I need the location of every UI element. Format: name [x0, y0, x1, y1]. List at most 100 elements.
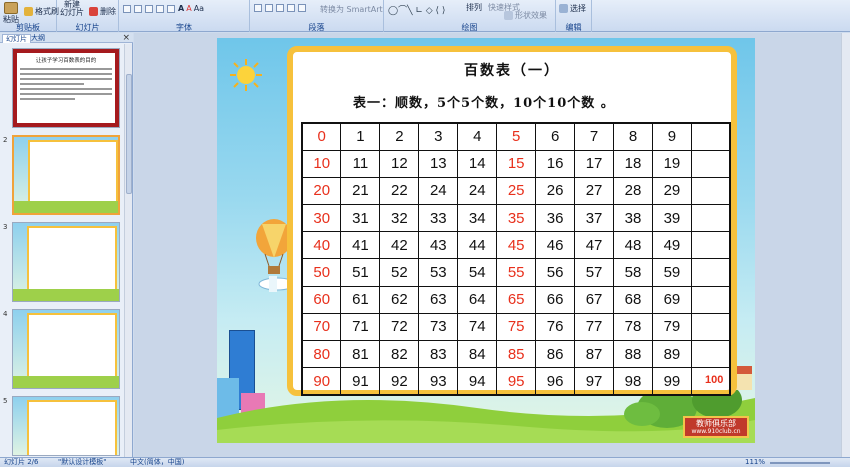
table-row: 10 11 12 13 14 15 16 17 18 19 — [301, 149, 731, 178]
arrange-button[interactable]: 排列 — [466, 2, 482, 13]
table-row: 50 51 52 53 54 55 56 57 58 59 — [301, 258, 731, 287]
table-cell: 10 — [301, 149, 342, 178]
table-cell: 40 — [301, 231, 342, 260]
table-cell: 11 — [340, 149, 381, 178]
font-format-buttons[interactable]: A A Aa — [123, 4, 204, 13]
shadow-icon[interactable] — [167, 4, 175, 13]
table-cell: 38 — [613, 204, 653, 233]
strikethrough-icon[interactable] — [156, 4, 164, 13]
language-indicator: 中文(简体，中国) — [130, 458, 185, 466]
table-cell: 73 — [418, 312, 459, 342]
current-slide[interactable]: 百数表（一） 表一：顺数，5个5个数，10个10个数 。 01234567891… — [217, 38, 755, 443]
table-cell: 66 — [535, 285, 576, 314]
table-cell: 99 — [651, 367, 692, 396]
close-pane-icon[interactable]: × — [122, 33, 130, 43]
table-cell: 45 — [496, 231, 537, 260]
align-right-icon[interactable] — [276, 4, 284, 12]
align-left-icon[interactable] — [254, 4, 262, 12]
table-cell: 21 — [340, 176, 381, 206]
zoom-level[interactable]: 111% — [745, 458, 765, 467]
table-cell: 4 — [457, 122, 498, 151]
table-cell: 49 — [651, 231, 692, 260]
paragraph-group-label: 段落 — [308, 23, 325, 32]
table-cell — [690, 204, 731, 233]
thumbnail-scrollbar[interactable] — [124, 44, 132, 457]
table-cell: 47 — [574, 231, 615, 260]
editing-group: 选择 编辑 — [556, 0, 592, 32]
font-color-button[interactable]: A — [186, 4, 191, 13]
zoom-slider[interactable] — [770, 462, 830, 464]
theme-name: "默认设计模板" — [58, 458, 107, 466]
table-cell: 50 — [301, 258, 342, 287]
align-center-icon[interactable] — [265, 4, 273, 12]
thumb1-content: 让孩子学习百数表的目的 — [17, 53, 115, 123]
table-cell: 65 — [496, 285, 537, 314]
slide-thumbnail-2[interactable] — [12, 135, 120, 215]
effects-icon — [504, 11, 513, 20]
table-cell: 15 — [496, 149, 537, 178]
table-row: 40 41 42 43 44 45 46 47 48 49 — [301, 231, 731, 260]
italic-icon[interactable] — [134, 4, 142, 13]
table-cell: 51 — [340, 258, 381, 287]
slide-thumbnail-4[interactable] — [12, 309, 120, 389]
thumb3-board — [27, 226, 117, 292]
table-cell: 42 — [379, 231, 420, 260]
slide-thumbnail-3[interactable] — [12, 222, 120, 302]
thumb-number-5: 5 — [3, 397, 8, 405]
scrollbar-thumb[interactable] — [126, 74, 132, 194]
table-cell: 97 — [574, 367, 615, 396]
shape-effects-button[interactable]: 形状效果 — [504, 10, 547, 21]
table-cell — [690, 285, 731, 314]
delete-slide-button[interactable]: 删除 — [89, 6, 116, 17]
table-cell: 43 — [418, 231, 459, 260]
table-cell: 28 — [613, 176, 653, 206]
table-cell: 34 — [457, 204, 498, 233]
table-cell: 27 — [574, 176, 615, 206]
table-row: 20 21 22 24 24 25 26 27 28 29 — [301, 176, 731, 206]
slide-thumbnail-5[interactable] — [12, 396, 120, 456]
table-cell: 86 — [535, 339, 576, 369]
convert-smartart-button[interactable]: 转换为 SmartArt — [320, 4, 383, 15]
underline-icon[interactable] — [145, 4, 153, 13]
table-cell: 89 — [651, 339, 692, 369]
table-cell: 48 — [613, 231, 653, 260]
thumb2-board — [28, 140, 118, 206]
table-cell — [690, 122, 731, 151]
justify-icon[interactable] — [287, 4, 295, 12]
paste-button[interactable]: 粘贴 — [3, 2, 19, 25]
ribbon: 粘贴 格式刷 剪贴板 新建 幻灯片 删除 幻灯片 A A Aa 字体 转换为 S… — [0, 0, 850, 32]
new-slide-button[interactable]: 新建 幻灯片 — [60, 1, 84, 17]
table-cell: 69 — [651, 285, 692, 314]
select-button[interactable]: 选择 — [559, 3, 586, 14]
drawing-group: ◯⌒╲ ∟ ◇ ⟨ ⟩ 排列 快速样式 形状效果 绘图 — [384, 0, 556, 32]
slide-scrollbar[interactable] — [841, 33, 850, 457]
number-chart-board: 百数表（一） 表一：顺数，5个5个数，10个10个数 。 01234567891… — [287, 46, 737, 396]
tab-slides[interactable]: 幻灯片 — [2, 34, 31, 43]
table-cell: 90 — [301, 367, 342, 396]
change-case-button[interactable]: Aa — [194, 4, 204, 13]
format-painter-button[interactable]: 格式刷 — [24, 6, 59, 17]
table-row: 30 31 32 33 34 35 36 37 38 39 — [301, 204, 731, 233]
thumb-number-2: 2 — [3, 136, 8, 144]
slides-pane: 幻灯片 大纲 × 让孩子学习百数表的目的 2 3 4 5 — [0, 33, 133, 457]
table-cell: 7 — [574, 122, 615, 151]
thumb-number-4: 4 — [3, 310, 8, 318]
slide-thumbnail-1[interactable]: 让孩子学习百数表的目的 — [12, 48, 120, 128]
table-cell — [690, 176, 731, 206]
table-row: 80 81 82 83 84 85 86 87 88 89 — [301, 339, 731, 369]
columns-icon[interactable] — [298, 4, 306, 12]
bold-icon[interactable] — [123, 4, 131, 13]
table-cell: 61 — [340, 285, 381, 314]
grow-font-button[interactable]: A — [178, 4, 184, 13]
table-cell: 5 — [496, 122, 537, 151]
table-cell: 30 — [301, 204, 342, 233]
table-cell: 39 — [651, 204, 692, 233]
table-cell — [690, 312, 731, 342]
shapes-gallery[interactable]: ◯⌒╲ ∟ ◇ ⟨ ⟩ — [388, 3, 445, 16]
table-cell: 9 — [651, 122, 692, 151]
tab-outline[interactable]: 大纲 — [28, 34, 48, 43]
align-buttons[interactable] — [254, 4, 307, 12]
table-cell: 81 — [340, 339, 381, 369]
table-cell: 92 — [379, 367, 420, 396]
table-cell: 80 — [301, 339, 342, 369]
